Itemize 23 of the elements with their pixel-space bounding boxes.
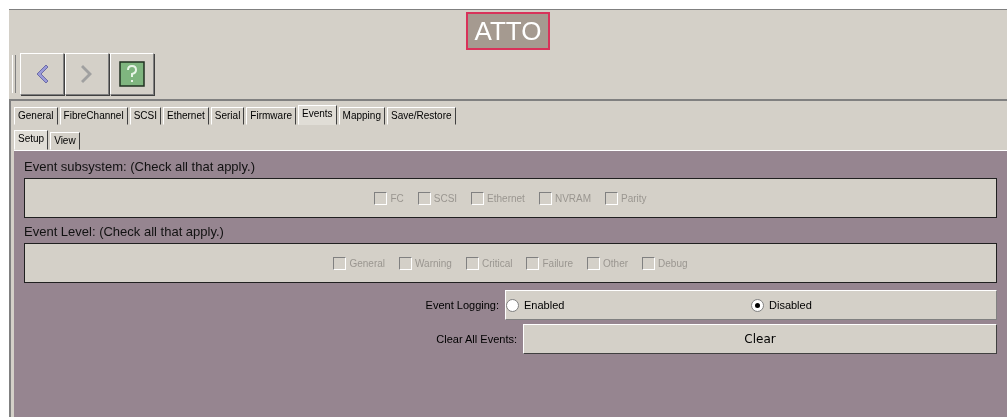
tab[interactable]: General: [14, 107, 58, 125]
tab[interactable]: Firmware: [246, 107, 297, 125]
field-label: Event Logging:: [424, 299, 500, 311]
back-button[interactable]: [20, 53, 64, 95]
tab[interactable]: Events: [298, 105, 337, 125]
radio-button[interactable]: [506, 298, 519, 312]
tab[interactable]: Save/Restore: [386, 107, 456, 125]
radio-option[interactable]: Enabled: [506, 298, 751, 312]
logo: ATTO: [465, 12, 551, 50]
field-label: Clear All Events:: [435, 333, 518, 345]
clear-button[interactable]: Clear: [523, 324, 997, 354]
radio-option[interactable]: Disabled: [751, 298, 996, 312]
forward-button[interactable]: [65, 53, 109, 95]
radio-button[interactable]: [751, 298, 764, 312]
tab[interactable]: Setup: [14, 130, 49, 150]
section-heading: Event Level: (Check all that apply.): [24, 224, 225, 239]
tab[interactable]: Ethernet: [162, 107, 209, 125]
tab[interactable]: SCSI: [129, 107, 161, 125]
help-button[interactable]: [110, 53, 154, 95]
tab[interactable]: Mapping: [338, 107, 385, 125]
section-heading: Event subsystem: (Check all that apply.): [24, 159, 256, 174]
tab[interactable]: FibreChannel: [59, 107, 128, 125]
tab[interactable]: Serial: [210, 107, 245, 125]
